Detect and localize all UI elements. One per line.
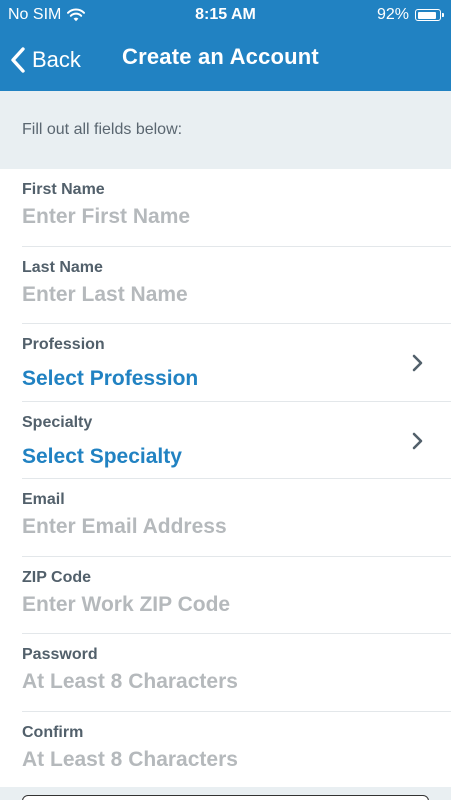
zip-code-label: ZIP Code <box>22 568 92 586</box>
last-name-label: Last Name <box>22 258 103 276</box>
chevron-right-icon <box>412 432 423 449</box>
password-field[interactable] <box>22 670 422 694</box>
email-label: Email <box>22 491 65 508</box>
status-battery: 92% <box>376 6 444 24</box>
navigation-bar: Back Create an Account <box>0 30 451 91</box>
header: No SIM 8:15 AM 92% Back Create an Accoun… <box>0 0 451 91</box>
zip-code-row: ZIP Code <box>22 557 451 634</box>
battery-percent: 92% <box>376 6 409 23</box>
status-bar: No SIM 8:15 AM 92% <box>0 0 451 30</box>
password-row: Password <box>22 634 451 712</box>
chevron-left-icon <box>11 47 25 73</box>
chevron-right-icon <box>412 354 423 372</box>
registration-form: First Name Last Name Profession Select P… <box>0 169 451 789</box>
back-button[interactable]: Back <box>10 42 81 78</box>
first-name-field[interactable] <box>22 205 422 229</box>
confirm-password-field[interactable] <box>22 747 422 772</box>
last-name-row: Last Name <box>22 247 451 324</box>
email-field[interactable] <box>22 515 422 539</box>
specialty-value: Select Specialty <box>22 444 182 468</box>
confirm-password-row: Confirm <box>22 712 451 790</box>
back-button-label: Back <box>32 47 81 72</box>
instructions-text: Fill out all fields below: <box>0 91 451 169</box>
profession-value: Select Profession <box>22 367 199 390</box>
profession-label: Profession <box>22 336 105 353</box>
profession-selector[interactable]: Profession Select Profession <box>22 324 451 402</box>
first-name-label: First Name <box>22 181 105 198</box>
zip-code-field[interactable] <box>22 592 422 617</box>
last-name-field[interactable] <box>22 282 422 307</box>
submit-button[interactable] <box>22 795 429 800</box>
battery-level-fill <box>417 11 436 19</box>
specialty-label: Specialty <box>22 413 93 431</box>
page-title: Create an Account <box>122 44 319 69</box>
create-account-screen: No SIM 8:15 AM 92% Back Create an Accoun… <box>0 0 451 800</box>
password-label: Password <box>22 646 98 663</box>
battery-icon <box>415 9 444 21</box>
first-name-row: First Name <box>22 169 451 247</box>
specialty-selector[interactable]: Specialty Select Specialty <box>22 402 451 479</box>
confirm-password-label: Confirm <box>22 723 84 741</box>
email-row: Email <box>22 479 451 557</box>
